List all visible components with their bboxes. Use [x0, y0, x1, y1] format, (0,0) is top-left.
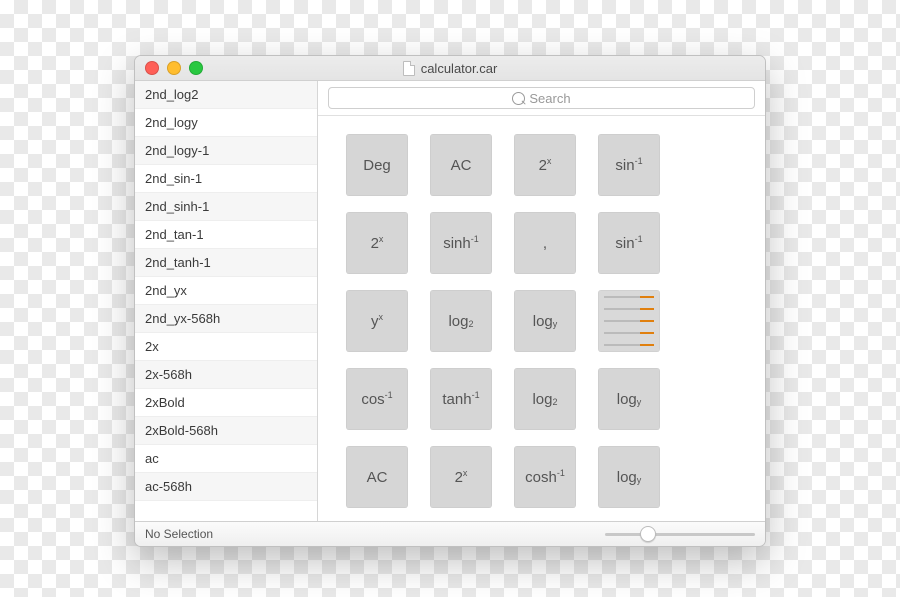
close-window-button[interactable]: [145, 61, 159, 75]
sidebar-item[interactable]: 2nd_tanh-1: [135, 249, 317, 277]
sidebar-item[interactable]: 2nd_logy-1: [135, 137, 317, 165]
sidebar-item[interactable]: ac-568h: [135, 473, 317, 501]
sidebar-item[interactable]: 2x: [135, 333, 317, 361]
asset-thumbnail-calculator[interactable]: [598, 290, 660, 352]
sidebar-item[interactable]: 2nd_yx: [135, 277, 317, 305]
asset-thumbnail[interactable]: 2x: [346, 212, 408, 274]
search-input[interactable]: Search: [328, 87, 755, 109]
sidebar-item[interactable]: 2x-568h: [135, 361, 317, 389]
sidebar-item[interactable]: 2nd_log2: [135, 81, 317, 109]
sidebar-item[interactable]: 2xBold-568h: [135, 417, 317, 445]
asset-thumbnail[interactable]: 2x: [430, 446, 492, 508]
zoom-window-button[interactable]: [189, 61, 203, 75]
search-placeholder: Search: [529, 91, 570, 106]
asset-thumbnail[interactable]: logy: [598, 446, 660, 508]
asset-thumbnail[interactable]: AC: [430, 134, 492, 196]
selection-status: No Selection: [145, 527, 213, 541]
asset-thumbnail[interactable]: 2x: [514, 134, 576, 196]
zoom-slider-thumb[interactable]: [640, 526, 656, 542]
sidebar-item[interactable]: ac: [135, 445, 317, 473]
sidebar-item[interactable]: 2nd_logy: [135, 109, 317, 137]
asset-thumbnail[interactable]: sin-1: [598, 134, 660, 196]
status-bar: No Selection: [135, 521, 765, 546]
window-title-text: calculator.car: [421, 61, 498, 76]
zoom-slider[interactable]: [605, 527, 755, 541]
sidebar-item[interactable]: 2nd_sin-1: [135, 165, 317, 193]
toolbar: Search: [318, 81, 765, 116]
window-body: 2nd_log22nd_logy2nd_logy-12nd_sin-12nd_s…: [135, 81, 765, 521]
asset-thumbnail[interactable]: tanh-1: [430, 368, 492, 430]
traffic-lights: [135, 61, 203, 75]
minimize-window-button[interactable]: [167, 61, 181, 75]
asset-thumbnail[interactable]: logy: [514, 290, 576, 352]
window-title: calculator.car: [135, 61, 765, 76]
asset-thumbnail[interactable]: log2: [430, 290, 492, 352]
zoom-slider-track: [605, 533, 755, 536]
asset-thumbnail[interactable]: yx: [346, 290, 408, 352]
asset-thumbnail[interactable]: AC: [346, 446, 408, 508]
main-pane: Search Deg AC 2x sin-1 2x sinh-1, sin-1 yx log2 l…: [318, 81, 765, 521]
asset-grid-scroll[interactable]: Deg AC 2x sin-1 2x sinh-1, sin-1 yx log2 logy cos-…: [318, 116, 765, 521]
sidebar-item[interactable]: 2nd_yx-568h: [135, 305, 317, 333]
asset-thumbnail[interactable]: cosh-1: [514, 446, 576, 508]
asset-thumbnail[interactable]: log2: [514, 368, 576, 430]
asset-thumbnail[interactable]: Deg: [346, 134, 408, 196]
sidebar-item[interactable]: 2nd_sinh-1: [135, 193, 317, 221]
sidebar-item[interactable]: 2xBold: [135, 389, 317, 417]
search-icon: [512, 92, 525, 105]
asset-list-sidebar[interactable]: 2nd_log22nd_logy2nd_logy-12nd_sin-12nd_s…: [135, 81, 318, 521]
sidebar-item[interactable]: 2nd_tan-1: [135, 221, 317, 249]
app-window: calculator.car 2nd_log22nd_logy2nd_logy-…: [134, 55, 766, 547]
document-icon: [403, 61, 415, 76]
asset-thumbnail[interactable]: ,: [514, 212, 576, 274]
asset-thumbnail[interactable]: sin-1: [598, 212, 660, 274]
asset-thumbnail[interactable]: sinh-1: [430, 212, 492, 274]
window-titlebar[interactable]: calculator.car: [135, 56, 765, 81]
asset-grid: Deg AC 2x sin-1 2x sinh-1, sin-1 yx log2 logy cos-…: [318, 116, 765, 521]
asset-thumbnail[interactable]: logy: [598, 368, 660, 430]
asset-thumbnail[interactable]: cos-1: [346, 368, 408, 430]
